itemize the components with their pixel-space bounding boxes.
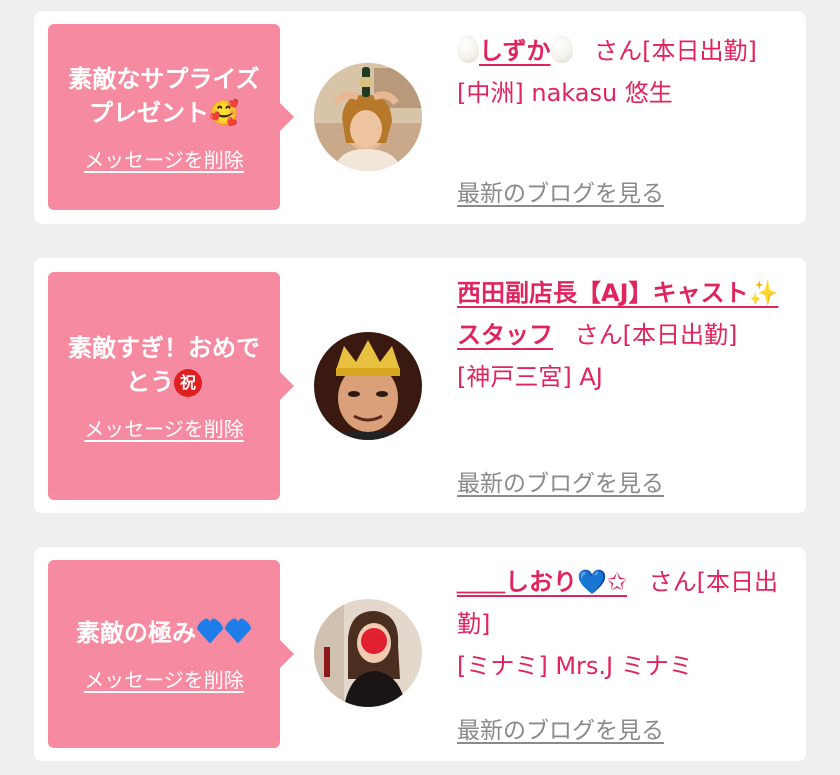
shop-name: [ミナミ] Mrs.J ミナミ bbox=[457, 652, 693, 680]
message-card: 素敵すぎ！おめでとう祝 メッセージを削除 西田副店長【AJ】キャスト✨スタッフ … bbox=[34, 258, 806, 513]
avatar[interactable] bbox=[314, 599, 422, 707]
cast-info: しずか さん[本日出勤] [中洲] nakasu 悠生 bbox=[457, 30, 787, 114]
delete-message-link[interactable]: メッセージを削除 bbox=[84, 664, 244, 693]
cast-name-link[interactable]: ＿＿しおり💙✩ bbox=[457, 568, 627, 596]
egg-icon bbox=[550, 35, 573, 63]
message-text: 素敵なサプライズプレゼント🥰 bbox=[48, 62, 280, 130]
avatar[interactable] bbox=[314, 63, 422, 171]
shop-name: [神戸三宮] AJ bbox=[457, 363, 603, 391]
cast-info: 西田副店長【AJ】キャスト✨スタッフ さん[本日出勤] [神戸三宮] AJ bbox=[457, 272, 787, 398]
congratulations-icon: 祝 bbox=[174, 368, 202, 397]
cast-name-link[interactable]: しずか bbox=[457, 35, 573, 65]
delete-message-link[interactable]: メッセージを削除 bbox=[84, 144, 244, 173]
cast-info: ＿＿しおり💙✩ さん[本日出勤] [ミナミ] Mrs.J ミナミ bbox=[457, 561, 787, 687]
latest-blog-link[interactable]: 最新のブログを見る bbox=[457, 174, 664, 208]
delete-message-link[interactable]: メッセージを削除 bbox=[84, 413, 244, 442]
san-status: さん[本日出勤] bbox=[594, 37, 757, 65]
san-status: さん[本日出勤] bbox=[574, 321, 738, 349]
latest-blog-link[interactable]: 最新のブログを見る bbox=[457, 711, 664, 745]
message-body: 素敵すぎ！おめでとう bbox=[68, 333, 260, 396]
message-text: 素敵すぎ！おめでとう祝 bbox=[48, 331, 280, 399]
cast-name: しずか bbox=[479, 37, 551, 65]
message-body: 素敵の極み bbox=[76, 618, 196, 647]
message-text: 素敵の極み bbox=[66, 616, 262, 650]
smiling-face-with-hearts-icon: 🥰 bbox=[209, 98, 239, 127]
egg-icon bbox=[457, 35, 479, 63]
blue-heart-icon bbox=[196, 617, 224, 644]
message-bubble: 素敵なサプライズプレゼント🥰 メッセージを削除 bbox=[48, 24, 294, 210]
shop-name: [中洲] nakasu 悠生 bbox=[457, 79, 673, 107]
message-bubble: 素敵の極み メッセージを削除 bbox=[48, 560, 294, 748]
message-bubble: 素敵すぎ！おめでとう祝 メッセージを削除 bbox=[48, 272, 294, 500]
message-card: 素敵の極み メッセージを削除 ＿＿しおり💙✩ さん[本日出勤] [ミナミ] Mr… bbox=[34, 547, 806, 761]
blue-heart-icon bbox=[224, 617, 252, 644]
avatar[interactable] bbox=[314, 332, 422, 440]
message-card: 素敵なサプライズプレゼント🥰 メッセージを削除 しずか さん[本日出勤] [中洲… bbox=[34, 11, 806, 224]
latest-blog-link[interactable]: 最新のブログを見る bbox=[457, 464, 664, 498]
